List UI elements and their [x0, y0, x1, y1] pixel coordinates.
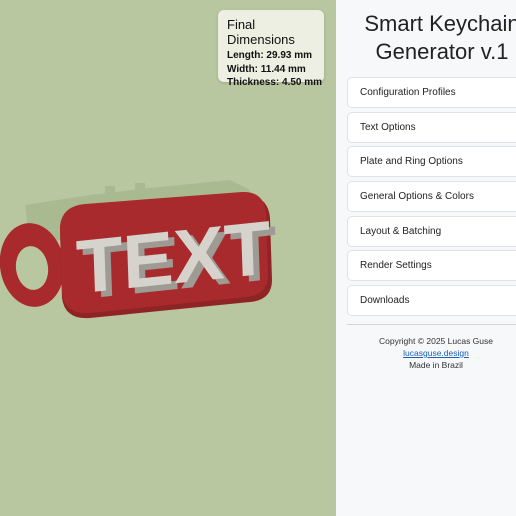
app-title: Smart Keychain Generator v.1: [336, 10, 516, 66]
dimensions-title: Final Dimensions: [227, 17, 295, 47]
footer-website-link[interactable]: lucasguse.design: [403, 348, 469, 358]
3d-viewport[interactable]: TEXT TEXT Final Dimensions Length: 29.93…: [0, 0, 336, 516]
settings-panel: Smart Keychain Generator v.1 Configurati…: [336, 0, 516, 516]
dimensions-overlay: Final Dimensions Length: 29.93 mm Width:…: [218, 10, 324, 88]
dimensions-thickness: Thickness: 4.50 mm: [227, 77, 323, 88]
footer: Copyright © 2025 Lucas Guse lucasguse.de…: [336, 335, 516, 371]
footer-copyright: Copyright © 2025 Lucas Guse: [379, 336, 493, 346]
section-configuration-profiles[interactable]: Configuration Profiles: [347, 77, 516, 108]
section-layout-batching[interactable]: Layout & Batching: [347, 216, 516, 247]
section-general-options-colors[interactable]: General Options & Colors: [347, 181, 516, 212]
app-title-line-2: Generator v.1: [375, 39, 509, 64]
section-downloads[interactable]: Downloads: [347, 285, 516, 316]
app-title-line-1: Smart Keychain: [364, 11, 516, 36]
dimensions-length: Length: 29.93 mm: [227, 50, 313, 61]
section-plate-ring-options[interactable]: Plate and Ring Options: [347, 146, 516, 177]
section-text-options[interactable]: Text Options: [347, 112, 516, 143]
section-render-settings[interactable]: Render Settings: [347, 250, 516, 281]
panel-divider: [347, 324, 516, 325]
footer-made-in: Made in Brazil: [409, 360, 463, 370]
dimensions-width: Width: 11.44 mm: [227, 63, 306, 75]
